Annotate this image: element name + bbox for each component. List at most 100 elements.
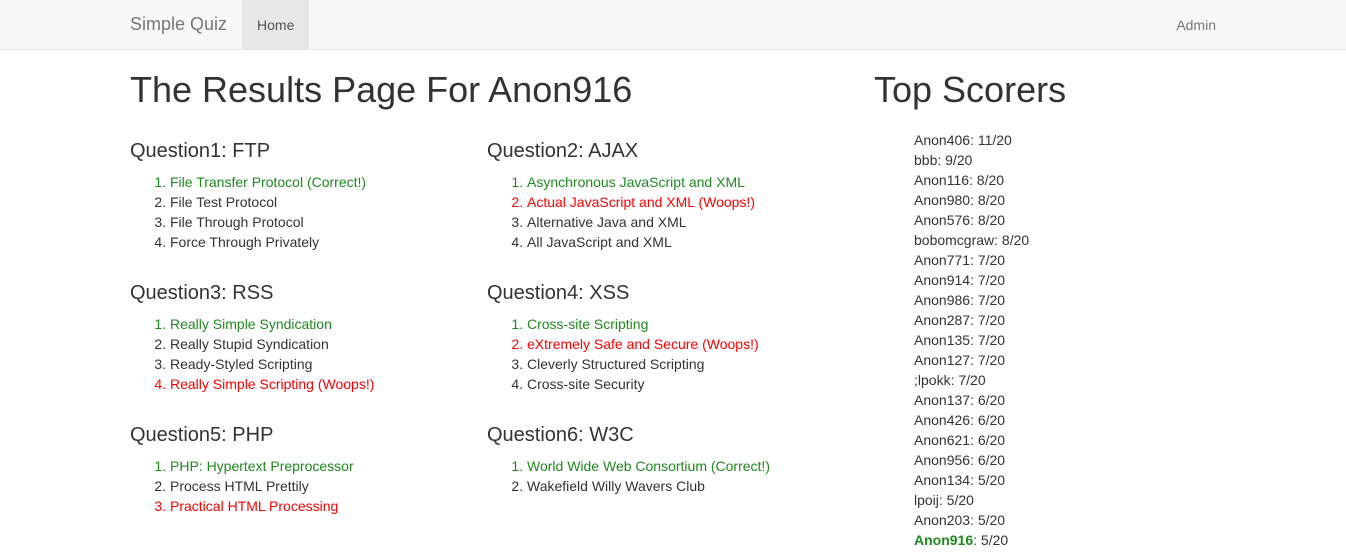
question-block: Question4: XSS Cross-site ScriptingeXtrem… xyxy=(487,272,844,404)
top-scorer-item: Anon127: 7/20 xyxy=(914,350,1216,370)
answer-item: All JavaScript and XML xyxy=(527,232,826,252)
top-scorer-score: : 9/20 xyxy=(937,151,973,168)
answer-item: Really Stupid Syndication xyxy=(170,334,469,354)
top-scorer-name: Anon916 xyxy=(914,531,974,548)
top-scorer-item: Anon986: 7/20 xyxy=(914,290,1216,310)
top-scorer-item: Anon980: 8/20 xyxy=(914,190,1216,210)
answer-item: Ready-Styled Scripting xyxy=(170,354,469,374)
question-title: Question4: XSS xyxy=(487,281,630,304)
top-scorer-name: Anon203 xyxy=(914,511,971,528)
question-title: Question3: RSS xyxy=(130,281,274,304)
top-navbar: Simple Quiz Home Admin xyxy=(0,0,1346,50)
top-scorer-item: Anon137: 6/20 xyxy=(914,390,1216,410)
answer-item: Actual JavaScript and XML (Woops!) xyxy=(527,192,826,212)
top-scorer-name: bbb xyxy=(914,151,938,168)
answer-item: PHP: Hypertext Preprocessor xyxy=(170,456,469,476)
answer-list: PHP: Hypertext PreprocessorProcess HTML … xyxy=(130,456,469,516)
nav-item-admin[interactable]: Admin xyxy=(1161,0,1231,49)
nav-item-home[interactable]: Home xyxy=(242,0,310,49)
top-scorer-name: Anon127 xyxy=(914,351,971,368)
top-scorer-score: : 6/20 xyxy=(970,451,1006,468)
question-title: Question5: PHP xyxy=(130,423,274,446)
top-scorers-title: Top Scorers xyxy=(874,69,1067,110)
answer-list: World Wide Web Consortium (Correct!)Wake… xyxy=(487,456,826,496)
nav-link-label[interactable]: Admin xyxy=(1161,0,1231,49)
top-scorer-item: Anon916: 5/20 xyxy=(914,530,1216,550)
top-scorer-item: Anon135: 7/20 xyxy=(914,330,1216,350)
top-scorer-name: lpoij xyxy=(914,491,939,508)
top-scorer-item: Anon956: 6/20 xyxy=(914,450,1216,470)
top-scorer-name: ;lpokk xyxy=(914,371,951,388)
top-scorer-name: Anon621 xyxy=(914,431,971,448)
top-scorer-name: Anon134 xyxy=(914,471,971,488)
answer-item: Wakefield Willy Wavers Club xyxy=(527,476,826,496)
top-scorer-score: : 8/20 xyxy=(994,231,1030,248)
top-scorer-score: : 5/20 xyxy=(970,471,1006,488)
answer-item: eXtremely Safe and Secure (Woops!) xyxy=(527,334,826,354)
top-scorer-item: Anon287: 7/20 xyxy=(914,310,1216,330)
top-scorer-name: Anon116 xyxy=(914,171,970,188)
top-scorer-item: Anon203: 5/20 xyxy=(914,510,1216,530)
top-scorer-score: : 6/20 xyxy=(970,431,1006,448)
answer-item: Cross-site Scripting xyxy=(527,314,826,334)
question-block: Question1: FTP File Transfer Protocol (Co… xyxy=(130,130,487,262)
top-scorer-score: : 5/20 xyxy=(973,531,1009,548)
top-scorer-score: : 6/20 xyxy=(970,411,1006,428)
top-scorer-item: Anon134: 5/20 xyxy=(914,470,1216,490)
top-scorer-item: Anon406: 11/20 xyxy=(914,130,1216,150)
answer-list: Cross-site ScriptingeXtremely Safe and S… xyxy=(487,314,826,394)
top-scorer-name: Anon771 xyxy=(914,251,971,268)
question-block: Question5: PHP PHP: Hypertext Preprocesso… xyxy=(130,414,487,526)
answer-item: Really Simple Scripting (Woops!) xyxy=(170,374,469,394)
answer-item: Process HTML Prettily xyxy=(170,476,469,496)
top-scorer-name: Anon986 xyxy=(914,291,971,308)
navbar-left-nav: Home xyxy=(242,0,310,49)
answer-list: Really Simple SyndicationReally Stupid S… xyxy=(130,314,469,394)
top-scorer-item: Anon426: 6/20 xyxy=(914,410,1216,430)
top-scorer-score: : 6/20 xyxy=(970,391,1006,408)
top-scorer-score: : 7/20 xyxy=(950,371,986,388)
top-scorer-score: : 7/20 xyxy=(970,311,1006,328)
top-scorer-item: Anon576: 8/20 xyxy=(914,210,1216,230)
top-scorer-item: Anon116: 8/20 xyxy=(914,170,1216,190)
top-scorer-item: ;lpokk: 7/20 xyxy=(914,370,1216,390)
navbar-brand[interactable]: Simple Quiz xyxy=(115,0,242,49)
top-scorer-name: Anon914 xyxy=(914,271,971,288)
answer-list: File Transfer Protocol (Correct!)File Te… xyxy=(130,172,469,252)
top-scorer-name: Anon406 xyxy=(914,131,971,148)
page-title: The Results Page For Anon916 xyxy=(130,69,633,110)
top-scorers-list: Anon406: 11/20 bbb: 9/20 Anon116: 8/20 Anon… xyxy=(874,130,1216,550)
top-scorer-score: : 5/20 xyxy=(938,491,974,508)
answer-list: Asynchronous JavaScript and XMLActual Ja… xyxy=(487,172,826,252)
top-scorer-name: Anon980 xyxy=(914,191,971,208)
question-block: Question2: AJAX Asynchronous JavaScript a… xyxy=(487,130,844,262)
top-scorer-item: lpoij: 5/20 xyxy=(914,490,1216,510)
top-scorer-item: Anon621: 6/20 xyxy=(914,430,1216,450)
top-scorer-item: bobomcgraw: 8/20 xyxy=(914,230,1216,250)
top-scorer-name: Anon426 xyxy=(914,411,971,428)
top-scorer-name: Anon287 xyxy=(914,311,971,328)
top-scorer-name: Anon956 xyxy=(914,451,971,468)
top-scorer-name: Anon576 xyxy=(914,211,971,228)
top-scorer-item: Anon771: 7/20 xyxy=(914,250,1216,270)
question-block: Question3: RSSReally Simple SyndicationR… xyxy=(130,272,487,404)
answer-item: Cleverly Structured Scripting xyxy=(527,354,826,374)
navbar-right-nav: Admin xyxy=(1161,0,1231,49)
top-scorer-score: : 11/20 xyxy=(970,131,1012,148)
answer-item: World Wide Web Consortium (Correct!) xyxy=(527,456,826,476)
top-scorer-name: bobomcgraw xyxy=(914,231,995,248)
answer-item: File Transfer Protocol (Correct!) xyxy=(170,172,469,192)
top-scorer-score: : 7/20 xyxy=(970,351,1006,368)
question-title: Question1: FTP xyxy=(130,139,271,162)
top-scorer-score: : 7/20 xyxy=(970,291,1006,308)
answer-item: Practical HTML Processing xyxy=(170,496,469,516)
top-scorer-score: : 5/20 xyxy=(970,511,1006,528)
top-scorer-score: : 8/20 xyxy=(970,191,1006,208)
answer-item: Really Simple Syndication xyxy=(170,314,469,334)
top-scorers-column: Top Scorers Anon406: 11/20 bbb: 9/20 Anon1… xyxy=(859,50,1231,550)
results-column: The Results Page For Anon916 Question1: … xyxy=(115,50,859,550)
answer-item: Force Through Privately xyxy=(170,232,469,252)
questions-grid: Question1: FTP File Transfer Protocol (Co… xyxy=(130,130,844,536)
nav-link-label[interactable]: Home xyxy=(242,0,310,49)
top-scorer-score: : 8/20 xyxy=(969,171,1005,188)
